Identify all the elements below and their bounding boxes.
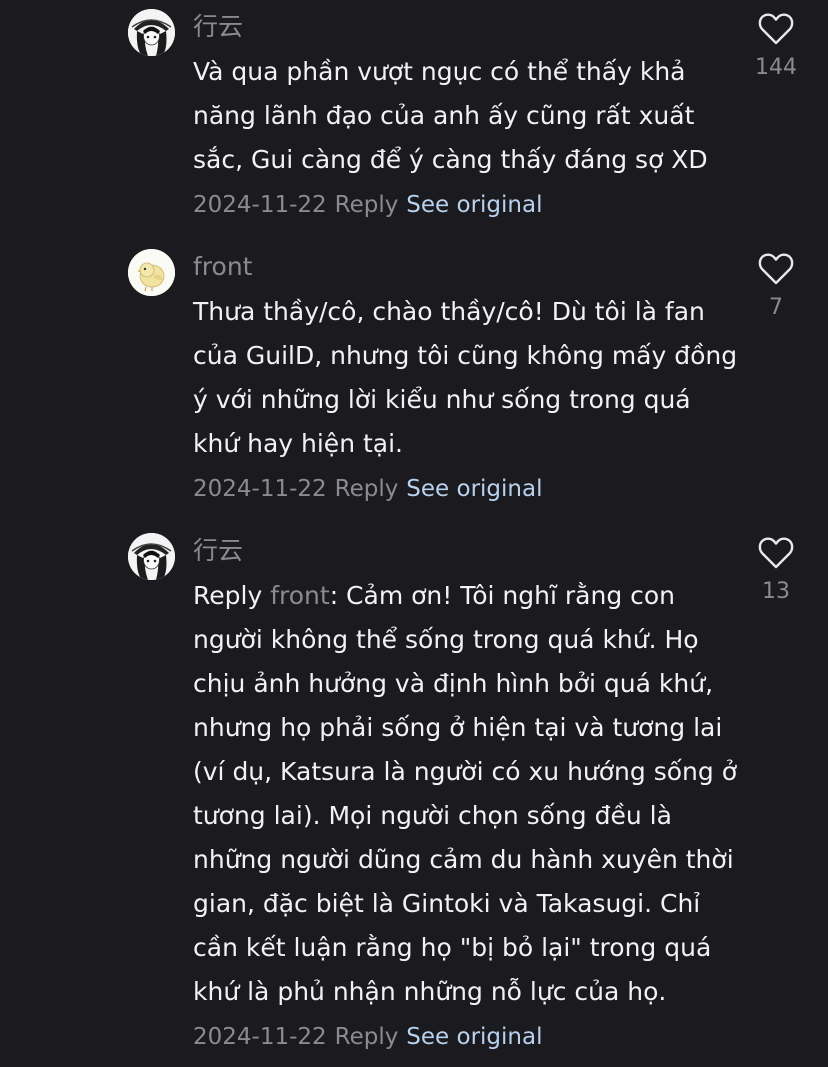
heart-icon[interactable]	[758, 12, 794, 45]
see-original-link[interactable]: See original	[406, 476, 542, 502]
comment-date: 2024-11-22	[193, 192, 327, 218]
comment-username[interactable]: 行云	[193, 536, 243, 566]
see-original-link[interactable]: See original	[406, 1024, 542, 1050]
see-original-link[interactable]: See original	[406, 192, 542, 218]
user-avatar[interactable]	[128, 9, 175, 56]
user-avatar[interactable]	[128, 249, 175, 296]
comment-date: 2024-11-22	[193, 1024, 327, 1050]
like-count: 13	[762, 579, 790, 604]
comment-body: Reply front: Cảm ơn! Tôi nghĩ rằng con n…	[193, 574, 738, 1059]
like-count: 7	[769, 295, 783, 320]
comment-text: Và qua phần vượt ngục có thể thấy khả nă…	[193, 57, 708, 174]
comment-body: Và qua phần vượt ngục có thể thấy khả nă…	[193, 50, 738, 227]
reply-button[interactable]: Reply	[335, 1024, 399, 1050]
like-control: 13	[740, 536, 812, 604]
comment-date: 2024-11-22	[193, 476, 327, 502]
mention-link[interactable]: front	[270, 581, 329, 610]
yellow-bird-avatar-icon	[128, 249, 175, 296]
reply-button[interactable]: Reply	[335, 476, 399, 502]
like-control: 7	[740, 252, 812, 320]
anime-girl-avatar-icon	[128, 9, 175, 56]
comment-body: Thưa thầy/cô, chào thầy/cô! Dù tôi là fa…	[193, 290, 738, 511]
user-avatar[interactable]	[128, 533, 175, 580]
reply-prefix: Reply	[193, 581, 263, 610]
comment-text: Thưa thầy/cô, chào thầy/cô! Dù tôi là fa…	[193, 297, 738, 458]
heart-icon[interactable]	[758, 252, 794, 285]
like-control: 144	[740, 12, 812, 80]
comment-username[interactable]: front	[193, 252, 252, 282]
anime-girl-avatar-icon	[128, 533, 175, 580]
reply-button[interactable]: Reply	[335, 192, 399, 218]
heart-icon[interactable]	[758, 536, 794, 569]
comment-text: : Cảm ơn! Tôi nghĩ rằng con người không …	[193, 581, 737, 1006]
comment-username[interactable]: 行云	[193, 12, 243, 42]
like-count: 144	[755, 55, 797, 80]
